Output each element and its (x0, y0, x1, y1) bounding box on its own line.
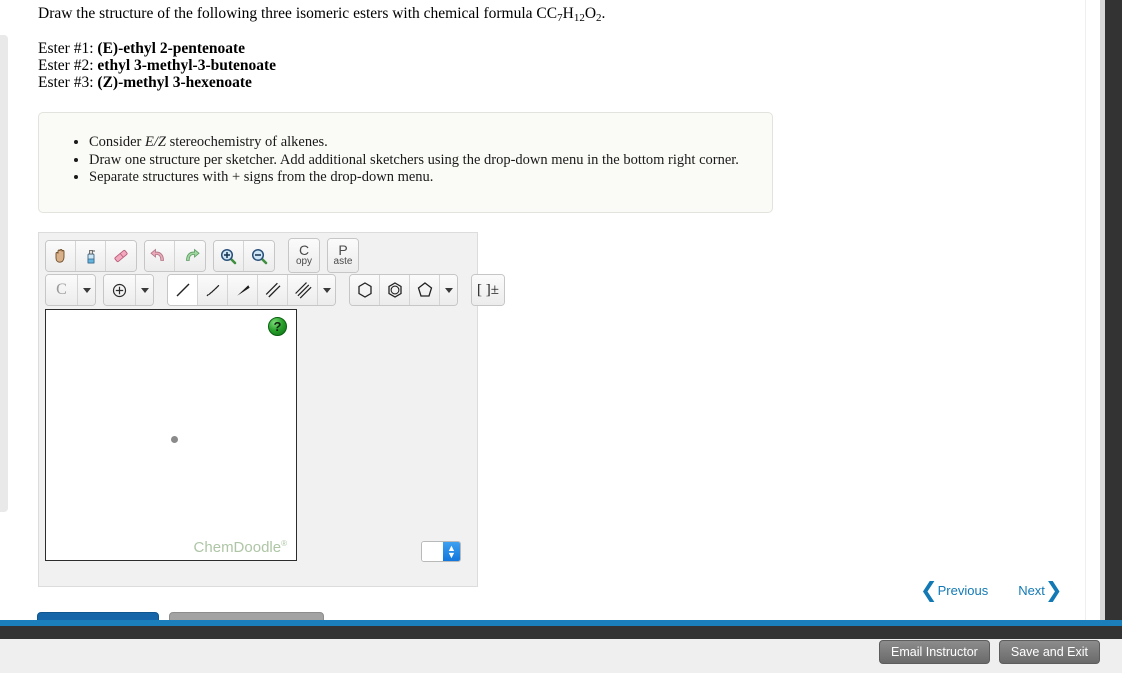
ester-row: Ester #1: (E)-ethyl 2-pentenoate (38, 40, 276, 57)
redo-arrow-icon[interactable] (175, 240, 205, 271)
spinner-arrows-icon[interactable]: ▲ ▼ (443, 542, 460, 561)
help-glyph: ? (273, 319, 282, 334)
instruction-pre: Consider (89, 134, 145, 150)
zoom-out-icon[interactable] (244, 240, 274, 271)
help-icon[interactable]: ? (268, 317, 287, 336)
formula-c: C (546, 5, 558, 22)
ester-name: (Z)-methyl 3-hexenoate (97, 74, 252, 91)
ester-row: Ester #3: (Z)-methyl 3-hexenoate (38, 74, 276, 91)
drawing-canvas[interactable]: ? ChemDoodle® (45, 309, 297, 561)
element-dropdown-chevron-down-icon[interactable] (78, 275, 95, 305)
charge-tool-group (103, 274, 154, 306)
ester-name: ethyl 3-methyl-3-butenoate (97, 57, 277, 74)
next-label: Next (1018, 583, 1045, 598)
ester-label: Ester #3: (38, 74, 94, 91)
chevron-left-icon: ❮ (920, 579, 938, 602)
tool-group-history (144, 239, 206, 272)
email-instructor-button[interactable]: Email Instructor (879, 640, 990, 664)
watermark-registered-mark: ® (281, 539, 287, 548)
sketcher-toolbar-row-2: C []± (45, 274, 512, 306)
charge-button[interactable] (104, 275, 136, 305)
instruction-post: stereochemistry of alkenes. (165, 134, 328, 150)
page-root: Draw the structure of the following thre… (0, 0, 1122, 673)
ring-tool-group (349, 274, 458, 306)
instruction-item: Draw one structure per sketcher. Add add… (89, 152, 772, 169)
question-prompt: Draw the structure of the following thre… (38, 4, 605, 26)
paste-big-letter: P (338, 241, 348, 258)
ester-list: Ester #1: (E)-ethyl 2-pentenoate Ester #… (38, 40, 276, 91)
bracket-charge-button[interactable]: [ ]± (472, 275, 504, 305)
outer-right-strip (1105, 0, 1122, 622)
chemdoodle-sketcher[interactable]: C opy P aste C []± ? ChemDoodle® ▲ ▼ (38, 232, 505, 587)
chevron-right-icon: ❯ (1044, 579, 1063, 602)
cyclohexane-ring-icon[interactable] (350, 275, 380, 305)
ester-row: Ester #2: ethyl 3-methyl-3-butenoate (38, 57, 276, 74)
content-area: Draw the structure of the following thre… (0, 0, 1085, 622)
hand-pan-icon[interactable] (46, 240, 76, 271)
benzene-ring-icon[interactable] (380, 275, 410, 305)
prompt-lead: Draw the structure of the following thre… (38, 5, 547, 22)
navigation-controls: ❮ Previous Next ❯ (920, 580, 1063, 601)
canvas-center-dot (171, 436, 178, 443)
bond-dropdown-chevron-down-icon[interactable] (318, 275, 335, 305)
instruction-item: Separate structures with + signs from th… (89, 169, 772, 186)
instructions-box: Consider E/Z stereochemistry of alkenes.… (38, 112, 773, 213)
copy-button-inner[interactable]: C opy (289, 239, 319, 272)
paste-button[interactable]: P aste (327, 238, 359, 273)
spinner-down-icon[interactable]: ▼ (447, 550, 456, 559)
instruction-pre: Separate structures with + signs from th… (89, 169, 434, 185)
previous-label: Previous (937, 583, 989, 598)
chemdoodle-watermark: ChemDoodle® (194, 539, 287, 556)
tool-group-edit (45, 239, 137, 272)
single-bond-icon[interactable] (168, 275, 198, 305)
spinner-field[interactable] (422, 542, 443, 561)
formula-h: H (562, 5, 574, 22)
element-tool-group: C (45, 274, 96, 306)
copy-big-letter: C (298, 241, 310, 258)
previous-button[interactable]: ❮ Previous (920, 580, 988, 601)
footer-buttons: Email Instructor Save and Exit (879, 640, 1100, 664)
double-bond-icon[interactable] (258, 275, 288, 305)
sketcher-toolbar-row-1: C opy P aste (45, 238, 366, 273)
undo-arrow-icon[interactable] (145, 240, 175, 271)
instruction-pre: Draw one structure per sketcher. Add add… (89, 151, 739, 168)
copy-button[interactable]: C opy (288, 238, 320, 273)
eraser-icon[interactable] (106, 240, 136, 271)
add-sketcher-spinner[interactable]: ▲ ▼ (421, 541, 461, 562)
clear-spray-bottle-icon[interactable] (76, 240, 106, 271)
formula-o: O (584, 5, 597, 22)
dark-bar (0, 626, 1122, 639)
watermark-text: ChemDoodle (193, 539, 282, 556)
cyclopentane-ring-icon[interactable] (410, 275, 440, 305)
tool-group-zoom (213, 239, 275, 272)
charge-dropdown-chevron-down-icon[interactable] (136, 275, 153, 305)
ester-name: (E)-ethyl 2-pentenoate (97, 40, 246, 57)
next-button[interactable]: Next ❯ (1018, 580, 1062, 601)
bond-tool-group (167, 274, 336, 306)
formula-sub-12: 12 (573, 11, 585, 24)
solid-wedge-bond-icon[interactable] (228, 275, 258, 305)
ester-label: Ester #2: (38, 57, 94, 74)
copy-small-text: opy (295, 255, 313, 267)
paste-small-text: aste (333, 255, 353, 267)
zoom-in-icon[interactable] (214, 240, 244, 271)
ester-label: Ester #1: (38, 40, 94, 57)
save-and-exit-button[interactable]: Save and Exit (998, 640, 1100, 664)
bracket-charge-tool-group: [ ]± (471, 274, 505, 306)
instruction-item: Consider E/Z stereochemistry of alkenes. (89, 134, 772, 151)
bracket-charge-label: [ ]± (477, 281, 499, 298)
element-label: C (56, 281, 67, 298)
ring-dropdown-chevron-down-icon[interactable] (440, 275, 457, 305)
paste-button-inner[interactable]: P aste (328, 239, 358, 272)
instruction-emphasis: E/Z (144, 134, 166, 150)
hashed-wedge-bond-icon[interactable] (198, 275, 228, 305)
triple-bond-icon[interactable] (288, 275, 318, 305)
prompt-period: . (601, 5, 606, 22)
element-carbon-button[interactable]: C (46, 275, 78, 305)
